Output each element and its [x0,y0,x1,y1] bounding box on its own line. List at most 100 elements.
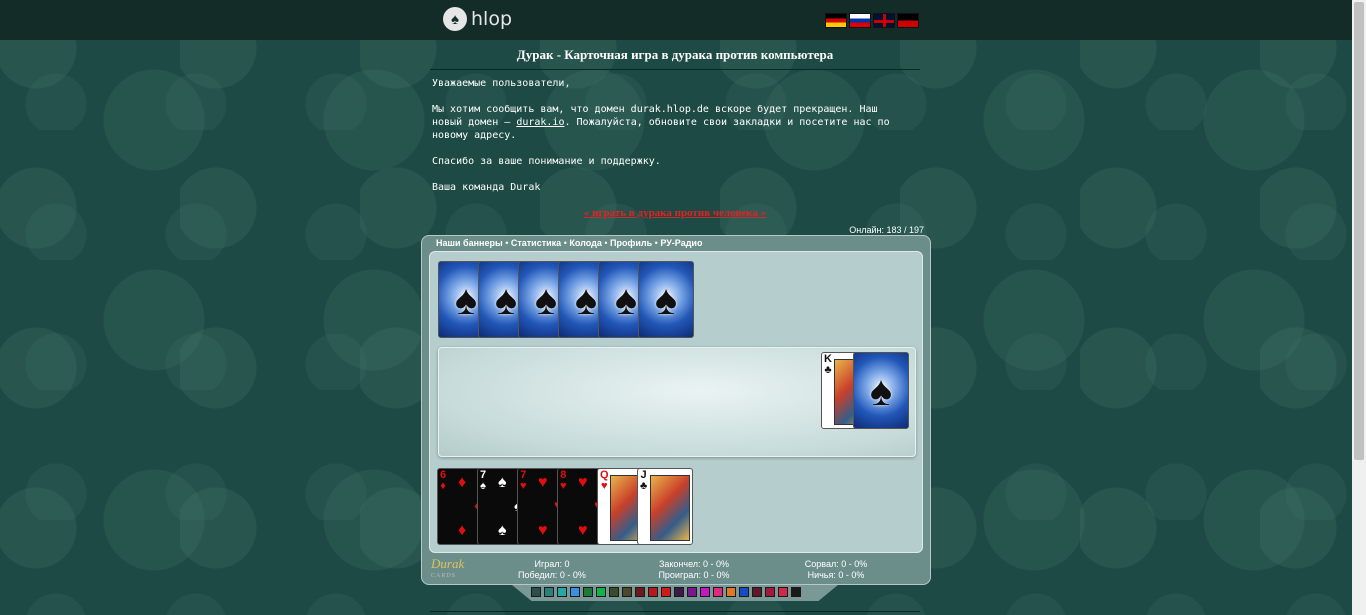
game-nav: Наши баннеры • Статистика • Колода • Про… [436,238,702,248]
spade-icon: ♠ [614,275,638,323]
color-swatch[interactable] [583,587,593,597]
card-suit-icon: ♦ [440,480,446,492]
color-swatch[interactable] [700,587,710,597]
card-suit-icon: ♥ [601,480,608,492]
game-frame: Наши баннеры • Статистика • Колода • Про… [421,235,931,585]
notice-greeting: Уважаемые пользователи, [432,78,571,89]
nav-deck[interactable]: Колода [569,238,601,248]
face-card-art [650,475,690,541]
stats-finished: Закончел: 0 - 0% Проиграл: 0 - 0% [644,559,744,581]
stats-broke: Сорвал: 0 - 0% Ничья: 0 - 0% [786,559,886,581]
card-suit-icon: ♥ [520,480,527,492]
card-pip-icon: ♥ [538,474,548,491]
color-swatch[interactable] [687,587,697,597]
club-suit-icon: ♣ [824,364,832,376]
stat-played: Играл: 0 [534,559,570,569]
color-swatch[interactable] [778,587,788,597]
card-suit-icon: ♥ [560,480,567,492]
card-corner: 7 ♠ [480,470,486,492]
opponent-card-back: ♠ [638,261,694,338]
stat-lost: Проиграл: 0 - 0% [658,570,730,580]
flag-german-icon[interactable] [825,13,847,28]
card-corner: 7 ♥ [520,470,527,492]
card-corner: 6 ♦ [440,470,446,492]
card-table: ♠♠♠♠♠♠ K ♣ ♠ 6♦♦♦♦7♠♠♠♠7♥♥♥♥8♥♥♥♥Q♥J♣ [429,251,923,553]
color-swatch[interactable] [765,587,775,597]
color-swatch[interactable] [726,587,736,597]
card-corner: Q ♥ [600,470,609,492]
flag-english-icon[interactable] [873,13,895,28]
domain-notice: Уважаемые пользователи, Мы хотим сообщит… [432,77,902,207]
card-suit-icon: ♣ [640,480,648,492]
card-pip-icon: ♦ [458,522,467,539]
card-corner: J ♣ [640,470,647,492]
durak-logo-sub: CARDS [431,573,457,579]
spade-icon: ♠ [494,275,518,323]
card-pip-icon: ♠ [498,522,507,539]
scrollbar-thumb[interactable] [1354,2,1364,460]
color-swatch[interactable] [674,587,684,597]
card-pip-icon: ♠ [498,474,507,491]
battle-area[interactable]: K ♣ ♠ [438,347,916,457]
stat-draw: Ничья: 0 - 0% [807,570,865,580]
card-pip-icon: ♥ [578,474,588,491]
nav-separator: • [563,238,567,248]
trump-card-corner: K ♣ [824,354,832,376]
flag-russian-icon[interactable] [849,13,871,28]
nav-separator: • [604,238,608,248]
top-bar: ♠ hlop [0,0,1352,40]
color-swatch[interactable] [791,587,801,597]
color-swatch[interactable] [648,587,658,597]
online-count: Онлайн: 183 / 197 [849,225,924,235]
page-scrollbar[interactable] [1352,0,1366,615]
flag-other-icon[interactable] [897,13,919,28]
player-card[interactable]: J ♣ [637,468,693,545]
spade-logo-icon: ♠ [443,7,467,31]
color-swatch[interactable] [661,587,671,597]
card-suit-icon: ♠ [480,480,486,492]
page-title: Дурак - Карточная игра в дурака против к… [430,47,920,70]
stat-finished: Закончел: 0 - 0% [658,559,730,569]
color-swatch[interactable] [713,587,723,597]
nav-banners[interactable]: Наши баннеры [436,238,503,248]
durak-logo: Durak CARDS [431,556,469,580]
color-swatch[interactable] [635,587,645,597]
notice-body: Мы хотим сообщить вам, что домен durak.h… [432,103,902,142]
color-swatch[interactable] [544,587,554,597]
card-pip-icon: ♥ [578,522,588,539]
color-swatch[interactable] [622,587,632,597]
card-corner: 8 ♥ [560,470,567,492]
logo-text: hlop [471,8,513,30]
site-logo[interactable]: ♠ hlop [443,7,512,31]
notice-thanks: Спасибо за ваше понимание и поддержку. [432,156,661,167]
stats-played: Играл: 0 Победил: 0 - 0% [502,559,602,581]
spade-icon: ♠ [574,275,598,323]
spade-icon: ♠ [454,275,478,323]
nav-profile[interactable]: Профиль [610,238,652,248]
color-swatch[interactable] [739,587,749,597]
card-pip-icon: ♥ [538,522,548,539]
spade-icon: ♠ [534,275,558,323]
stat-won: Победил: 0 - 0% [518,570,586,580]
nav-separator: • [505,238,509,248]
deck-card-back[interactable]: ♠ [853,352,909,429]
notice-signature: Ваша команда Durak [432,182,541,193]
language-flags [825,13,919,28]
durak-logo-text: Durak [431,556,465,571]
color-swatch[interactable] [609,587,619,597]
new-domain-link[interactable]: durak.io [516,117,564,128]
color-swatch[interactable] [596,587,606,597]
nav-separator: • [654,238,658,248]
color-swatch[interactable] [557,587,567,597]
footer-divider [430,611,920,612]
color-swatch[interactable] [752,587,762,597]
nav-radio[interactable]: РУ-Радио [660,238,702,248]
spade-icon: ♠ [654,275,678,323]
color-swatch[interactable] [570,587,580,597]
color-palette [531,587,801,597]
color-swatch[interactable] [531,587,541,597]
nav-statistics[interactable]: Статистика [511,238,561,248]
card-pip-icon: ♦ [458,474,467,491]
play-vs-human-link[interactable]: « играть в дурака против человека » [430,207,920,219]
stat-broke: Сорвал: 0 - 0% [804,559,868,569]
